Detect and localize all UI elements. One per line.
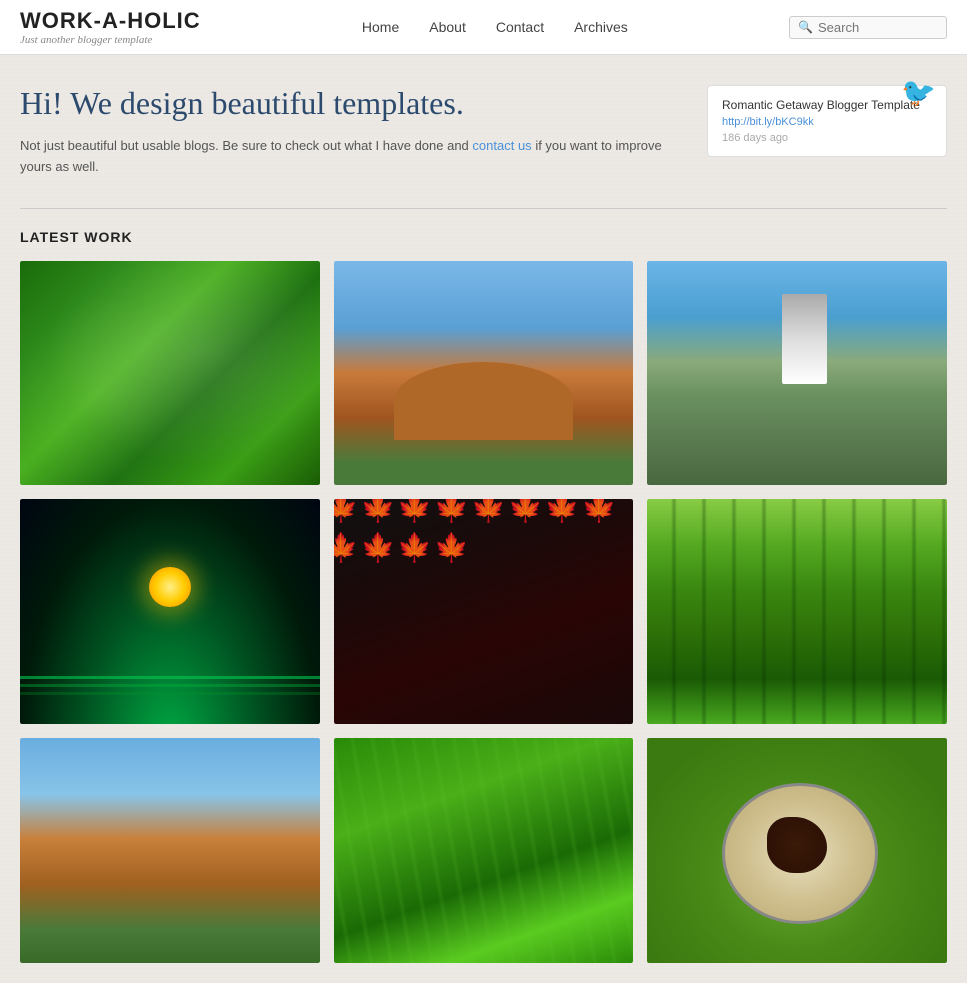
gallery-item-8[interactable] xyxy=(334,738,634,963)
nav-home[interactable]: Home xyxy=(362,19,399,35)
search-icon: 🔍 xyxy=(798,20,813,35)
twitter-link[interactable]: http://bit.ly/bKC9kk xyxy=(722,116,932,128)
hero-heading: Hi! We design beautiful templates. xyxy=(20,85,687,122)
twitter-time: 186 days ago xyxy=(722,132,932,144)
gallery-item-7[interactable] xyxy=(20,738,320,963)
twitter-bird-icon: 🐦 xyxy=(901,76,936,109)
nav-contact[interactable]: Contact xyxy=(496,19,544,35)
gallery-item-2[interactable] xyxy=(334,261,634,486)
latest-work-heading: LATEST WORK xyxy=(20,229,947,245)
nav-about[interactable]: About xyxy=(429,19,466,35)
hero-body: Not just beautiful but usable blogs. Be … xyxy=(20,136,687,178)
gallery-image-8 xyxy=(334,738,634,963)
site-tagline: Just another blogger template xyxy=(20,34,201,46)
gallery-item-9[interactable] xyxy=(647,738,947,963)
gallery-image-3 xyxy=(647,261,947,486)
gallery-grid xyxy=(20,261,947,963)
latest-work-section: LATEST WORK xyxy=(20,229,947,963)
section-divider xyxy=(20,208,947,209)
site-header: WORK-A-HOLIC Just another blogger templa… xyxy=(0,0,967,55)
twitter-widget: 🐦 Romantic Getaway Blogger Template http… xyxy=(707,85,947,157)
gallery-image-6 xyxy=(647,499,947,724)
search-input[interactable] xyxy=(818,20,938,35)
main-content: Hi! We design beautiful templates. Not j… xyxy=(0,55,967,983)
hero-text: Hi! We design beautiful templates. Not j… xyxy=(20,85,687,178)
gallery-item-1[interactable] xyxy=(20,261,320,486)
contact-us-link[interactable]: contact us xyxy=(472,138,531,153)
search-box: 🔍 xyxy=(789,16,947,39)
gallery-item-4[interactable] xyxy=(20,499,320,724)
gallery-image-9 xyxy=(647,738,947,963)
gallery-image-4 xyxy=(20,499,320,724)
site-title[interactable]: WORK-A-HOLIC xyxy=(20,8,201,34)
nav-archives[interactable]: Archives xyxy=(574,19,628,35)
gallery-item-5[interactable] xyxy=(334,499,634,724)
site-nav: Home About Contact Archives xyxy=(201,19,789,35)
gallery-image-1 xyxy=(20,261,320,486)
gallery-image-5 xyxy=(334,499,634,724)
gallery-item-6[interactable] xyxy=(647,499,947,724)
site-branding: WORK-A-HOLIC Just another blogger templa… xyxy=(20,8,201,46)
gallery-image-7 xyxy=(20,738,320,963)
gallery-item-3[interactable] xyxy=(647,261,947,486)
gallery-image-2 xyxy=(334,261,634,486)
hero-body-text1: Not just beautiful but usable blogs. Be … xyxy=(20,138,469,153)
hero-section: Hi! We design beautiful templates. Not j… xyxy=(20,85,947,178)
